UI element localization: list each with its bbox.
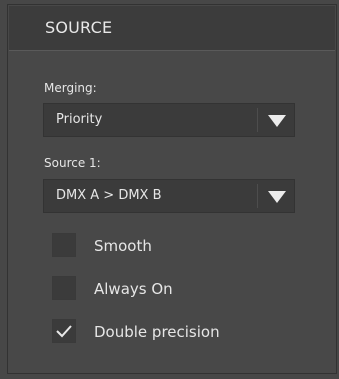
- always-on-label: Always On: [94, 280, 173, 298]
- panel-title: SOURCE: [45, 18, 113, 37]
- checkmark-icon: [56, 325, 72, 338]
- option-smooth[interactable]: Smooth: [44, 230, 324, 260]
- double-precision-label: Double precision: [94, 323, 220, 341]
- panel-header: SOURCE: [9, 6, 335, 50]
- merging-label: Merging:: [44, 81, 97, 95]
- chevron-down-icon[interactable]: [267, 114, 287, 128]
- chevron-down-icon[interactable]: [267, 190, 287, 204]
- source1-label: Source 1:: [44, 156, 101, 170]
- always-on-checkbox[interactable]: [52, 276, 76, 300]
- merging-value: Priority: [56, 112, 103, 127]
- source-panel: SOURCE Merging: Priority Source 1: DMX A…: [7, 4, 337, 374]
- dropdown-divider: [257, 184, 258, 208]
- merging-dropdown[interactable]: Priority: [43, 103, 295, 137]
- source1-value: DMX A > DMX B: [56, 188, 162, 203]
- header-divider: [9, 50, 335, 51]
- option-double-precision[interactable]: Double precision: [44, 316, 324, 346]
- source1-dropdown[interactable]: DMX A > DMX B: [43, 179, 295, 213]
- smooth-label: Smooth: [94, 237, 152, 255]
- option-always-on[interactable]: Always On: [44, 273, 324, 303]
- dropdown-divider: [257, 108, 258, 132]
- double-precision-checkbox[interactable]: [52, 319, 76, 343]
- smooth-checkbox[interactable]: [52, 233, 76, 257]
